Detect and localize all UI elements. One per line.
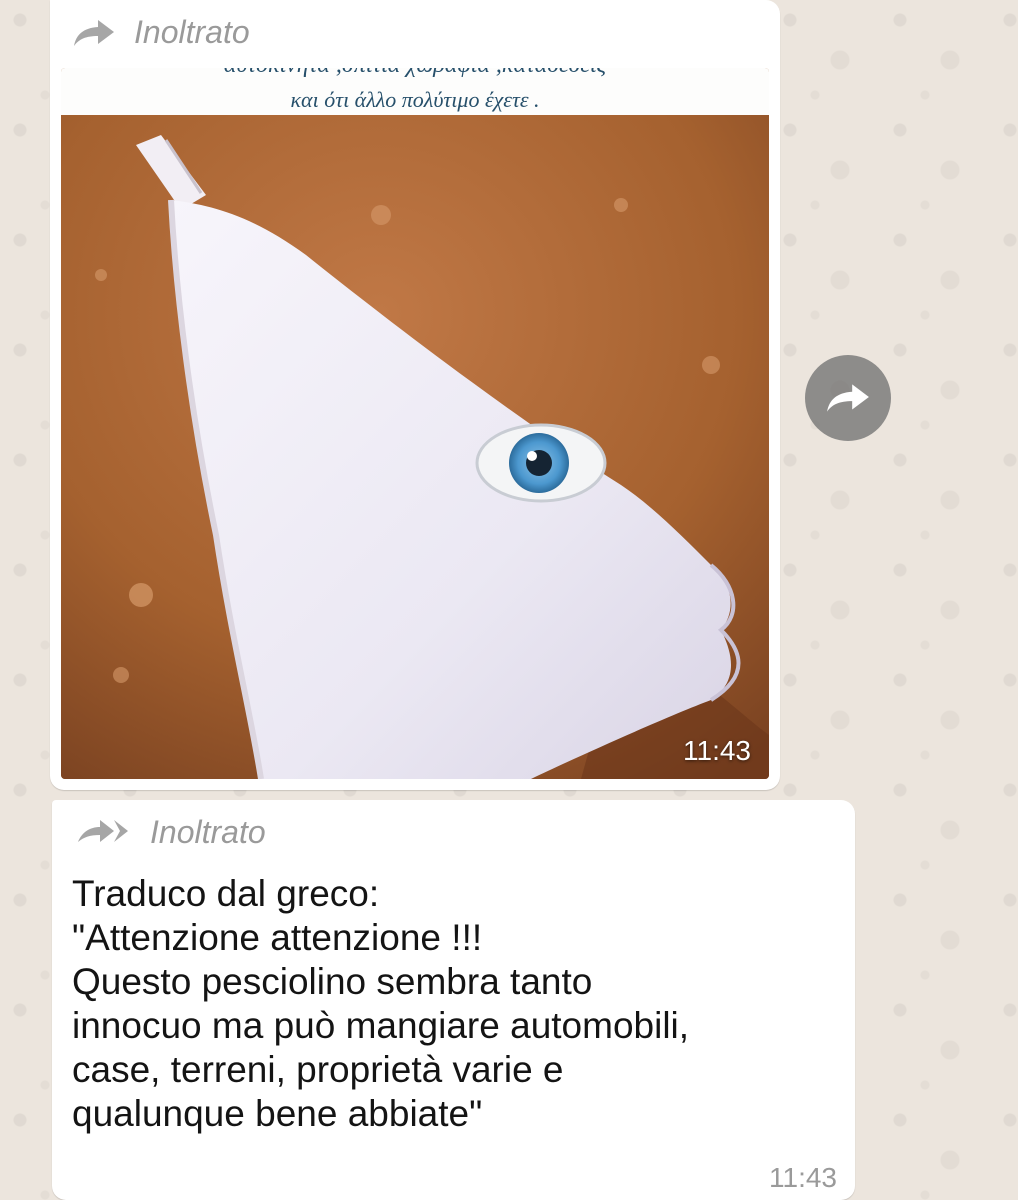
image-caption-line-2: και ότι άλλο πολύτιμο έχετε .: [290, 87, 540, 112]
share-forward-button[interactable]: [805, 355, 891, 441]
forward-arrow-icon: [72, 18, 116, 48]
forwarded-label: Inoltrato: [150, 814, 266, 850]
message-timestamp: 11:43: [769, 1162, 837, 1193]
forwarded-header: Inoltrato: [74, 814, 266, 851]
message-bubble-text[interactable]: Inoltrato Traduco dal greco: "Attenzione…: [52, 800, 855, 1200]
image-caption-line-1: αυτοκινητα ,σπιτια χωραφια ,κατασεσεις: [61, 68, 769, 79]
image-media[interactable]: αυτοκινητα ,σπιτια χωραφια ,κατασεσεις κ…: [61, 68, 769, 779]
forwarded-header: Inoltrato: [72, 14, 250, 51]
message-text: Traduco dal greco: "Attenzione attenzion…: [72, 873, 690, 1134]
share-forward-icon: [825, 380, 871, 416]
message-timestamp: 11:43: [683, 735, 751, 766]
forwarded-label: Inoltrato: [134, 14, 250, 50]
image-caption-strip: αυτοκινητα ,σπιτια χωραφια ,κατασεσεις κ…: [61, 68, 769, 115]
forwarded-many-times-icon: [74, 818, 132, 848]
message-bubble-image[interactable]: Inoltrato αυτοκινητα ,σπιτια χωραφια ,κα…: [50, 0, 780, 790]
fish-eye-bikini-photo: [61, 115, 769, 779]
